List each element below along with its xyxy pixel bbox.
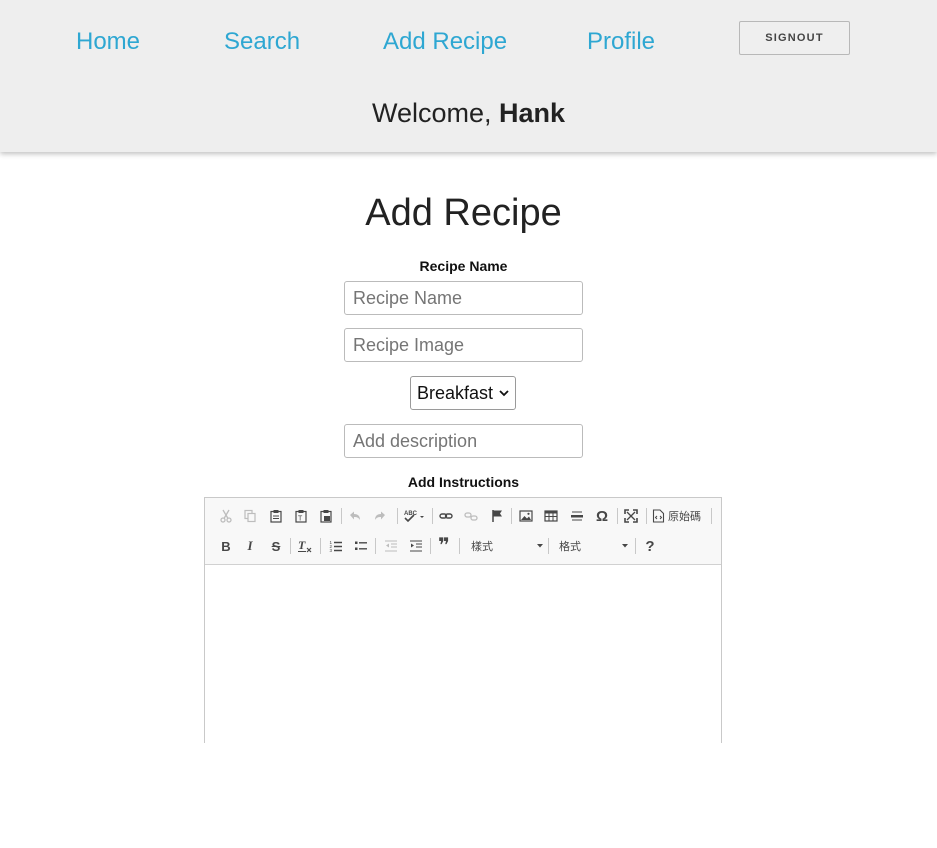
source-label: 原始碼 (668, 511, 701, 523)
editor-toolbar: T ABC Ω 原始碼 B I S T 1 2 3 ❞ 樣式 格式 ? (205, 498, 721, 565)
page-title: Add Recipe (365, 192, 562, 234)
combo-arrow-icon (622, 544, 628, 548)
instructions-label: Add Instructions (407, 474, 520, 490)
toolbar-separator (290, 538, 291, 554)
image-icon[interactable] (516, 506, 536, 526)
format-combo[interactable]: 格式 (559, 536, 628, 556)
unlink-icon[interactable] (461, 506, 481, 526)
toolbar-separator (459, 538, 460, 554)
toolbar-separator (375, 538, 376, 554)
toolbar-separator (397, 508, 398, 524)
nav-search-link[interactable]: Search (224, 28, 300, 56)
special-char-icon[interactable]: Ω (592, 506, 612, 526)
blockquote-icon[interactable]: ❞ (434, 536, 454, 556)
signout-button[interactable]: SIGNOUT (739, 21, 850, 55)
cut-icon[interactable] (216, 506, 236, 526)
anchor-flag-icon[interactable] (487, 506, 507, 526)
chevron-down-icon (499, 390, 509, 397)
editor-content-area[interactable] (205, 565, 721, 744)
bulleted-list-icon[interactable] (351, 536, 371, 556)
svg-text:3: 3 (330, 548, 333, 553)
link-icon[interactable] (436, 506, 456, 526)
source-button[interactable]: 原始碼 (652, 506, 708, 526)
welcome-message: Welcome, Hank (0, 97, 937, 129)
copy-icon[interactable] (240, 506, 260, 526)
toolbar-separator (646, 508, 647, 524)
remove-format-icon[interactable]: T (295, 536, 315, 556)
toolbar-separator (511, 508, 512, 524)
paste-word-icon[interactable] (316, 506, 336, 526)
nav-add-recipe-link[interactable]: Add Recipe (383, 28, 507, 56)
toolbar-separator (617, 508, 618, 524)
redo-icon[interactable] (370, 506, 390, 526)
toolbar-separator (320, 538, 321, 554)
welcome-prefix: Welcome, (371, 98, 499, 128)
paste-text-icon[interactable]: T (291, 506, 311, 526)
strikethrough-icon[interactable]: S (266, 536, 286, 556)
styles-combo-label: 樣式 (471, 541, 493, 553)
numbered-list-icon[interactable]: 123 (326, 536, 346, 556)
toolbar-separator (635, 538, 636, 554)
svg-text:T: T (298, 538, 306, 552)
recipe-image-input[interactable] (344, 328, 583, 362)
category-select[interactable]: Breakfast (410, 376, 516, 410)
format-combo-label: 格式 (559, 541, 581, 553)
toolbar-separator (341, 508, 342, 524)
instructions-editor: T ABC Ω 原始碼 B I S T 1 2 3 ❞ 樣式 格式 ? (204, 497, 722, 743)
italic-icon[interactable]: I (240, 536, 260, 556)
horizontal-rule-icon[interactable] (567, 506, 587, 526)
undo-icon[interactable] (345, 506, 365, 526)
help-icon[interactable]: ? (640, 536, 660, 556)
indent-icon[interactable] (406, 536, 426, 556)
toolbar-separator (432, 508, 433, 524)
toolbar-separator (430, 538, 431, 554)
table-icon[interactable] (541, 506, 561, 526)
source-icon (652, 509, 665, 523)
svg-text:ABC: ABC (404, 511, 418, 517)
toolbar-separator (711, 508, 712, 524)
outdent-icon[interactable] (381, 536, 401, 556)
paste-icon[interactable] (266, 506, 286, 526)
combo-arrow-icon (537, 544, 543, 548)
description-input[interactable] (344, 424, 583, 458)
styles-combo[interactable]: 樣式 (471, 536, 543, 556)
toolbar-separator (548, 538, 549, 554)
welcome-username: Hank (499, 98, 566, 128)
maximize-icon[interactable] (621, 506, 641, 526)
bold-icon[interactable]: B (216, 536, 236, 556)
nav-profile-link[interactable]: Profile (587, 28, 655, 56)
svg-text:T: T (298, 516, 303, 523)
spellcheck-icon[interactable]: ABC (402, 506, 428, 526)
recipe-name-input[interactable] (344, 281, 583, 315)
category-selected-value: Breakfast (417, 382, 494, 403)
nav-home-link[interactable]: Home (76, 28, 140, 56)
header: Home Search Add Recipe Profile SIGNOUT W… (0, 0, 937, 152)
recipe-name-label: Recipe Name (419, 258, 508, 274)
